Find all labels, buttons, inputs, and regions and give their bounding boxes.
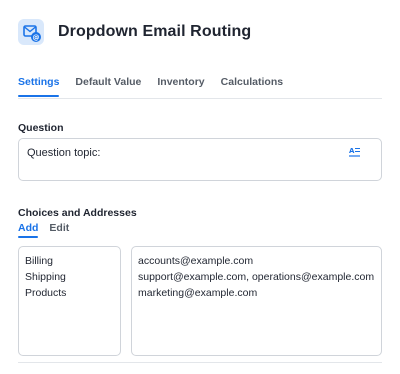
choice-item: Products	[25, 287, 67, 299]
choice-item: Billing	[25, 255, 54, 267]
bottom-divider	[18, 362, 382, 363]
question-label: Question	[18, 122, 64, 134]
address-item: support@example.com, operations@example.…	[138, 271, 375, 283]
addresses-list[interactable]: accounts@example.com support@example.com…	[131, 246, 382, 356]
text-format-icon[interactable]: A	[349, 146, 361, 158]
subtab-add[interactable]: Add	[18, 222, 39, 238]
tabs-divider	[18, 98, 382, 99]
choices-label: Choices and Addresses	[18, 207, 137, 219]
tab-inventory[interactable]: Inventory	[157, 76, 204, 97]
choices-subtab-bar: Add Edit	[18, 222, 69, 238]
email-routing-icon: @	[18, 19, 44, 45]
tab-calculations[interactable]: Calculations	[221, 76, 283, 97]
address-item: marketing@example.com	[138, 287, 258, 299]
question-field[interactable]: Question topic: A	[18, 138, 382, 181]
svg-text:@: @	[33, 34, 40, 42]
address-item: accounts@example.com	[138, 255, 254, 267]
choice-item: Shipping	[25, 271, 66, 283]
tab-default-value[interactable]: Default Value	[75, 76, 141, 97]
choices-list[interactable]: Billing Shipping Products	[18, 246, 121, 356]
subtab-edit[interactable]: Edit	[49, 222, 69, 238]
tab-bar: Settings Default Value Inventory Calcula…	[18, 76, 283, 97]
page-header: @ Dropdown Email Routing	[18, 16, 251, 48]
tab-settings[interactable]: Settings	[18, 76, 60, 97]
page-title: Dropdown Email Routing	[58, 23, 252, 40]
question-value[interactable]: Question topic:	[27, 147, 100, 159]
svg-text:A: A	[349, 147, 355, 155]
